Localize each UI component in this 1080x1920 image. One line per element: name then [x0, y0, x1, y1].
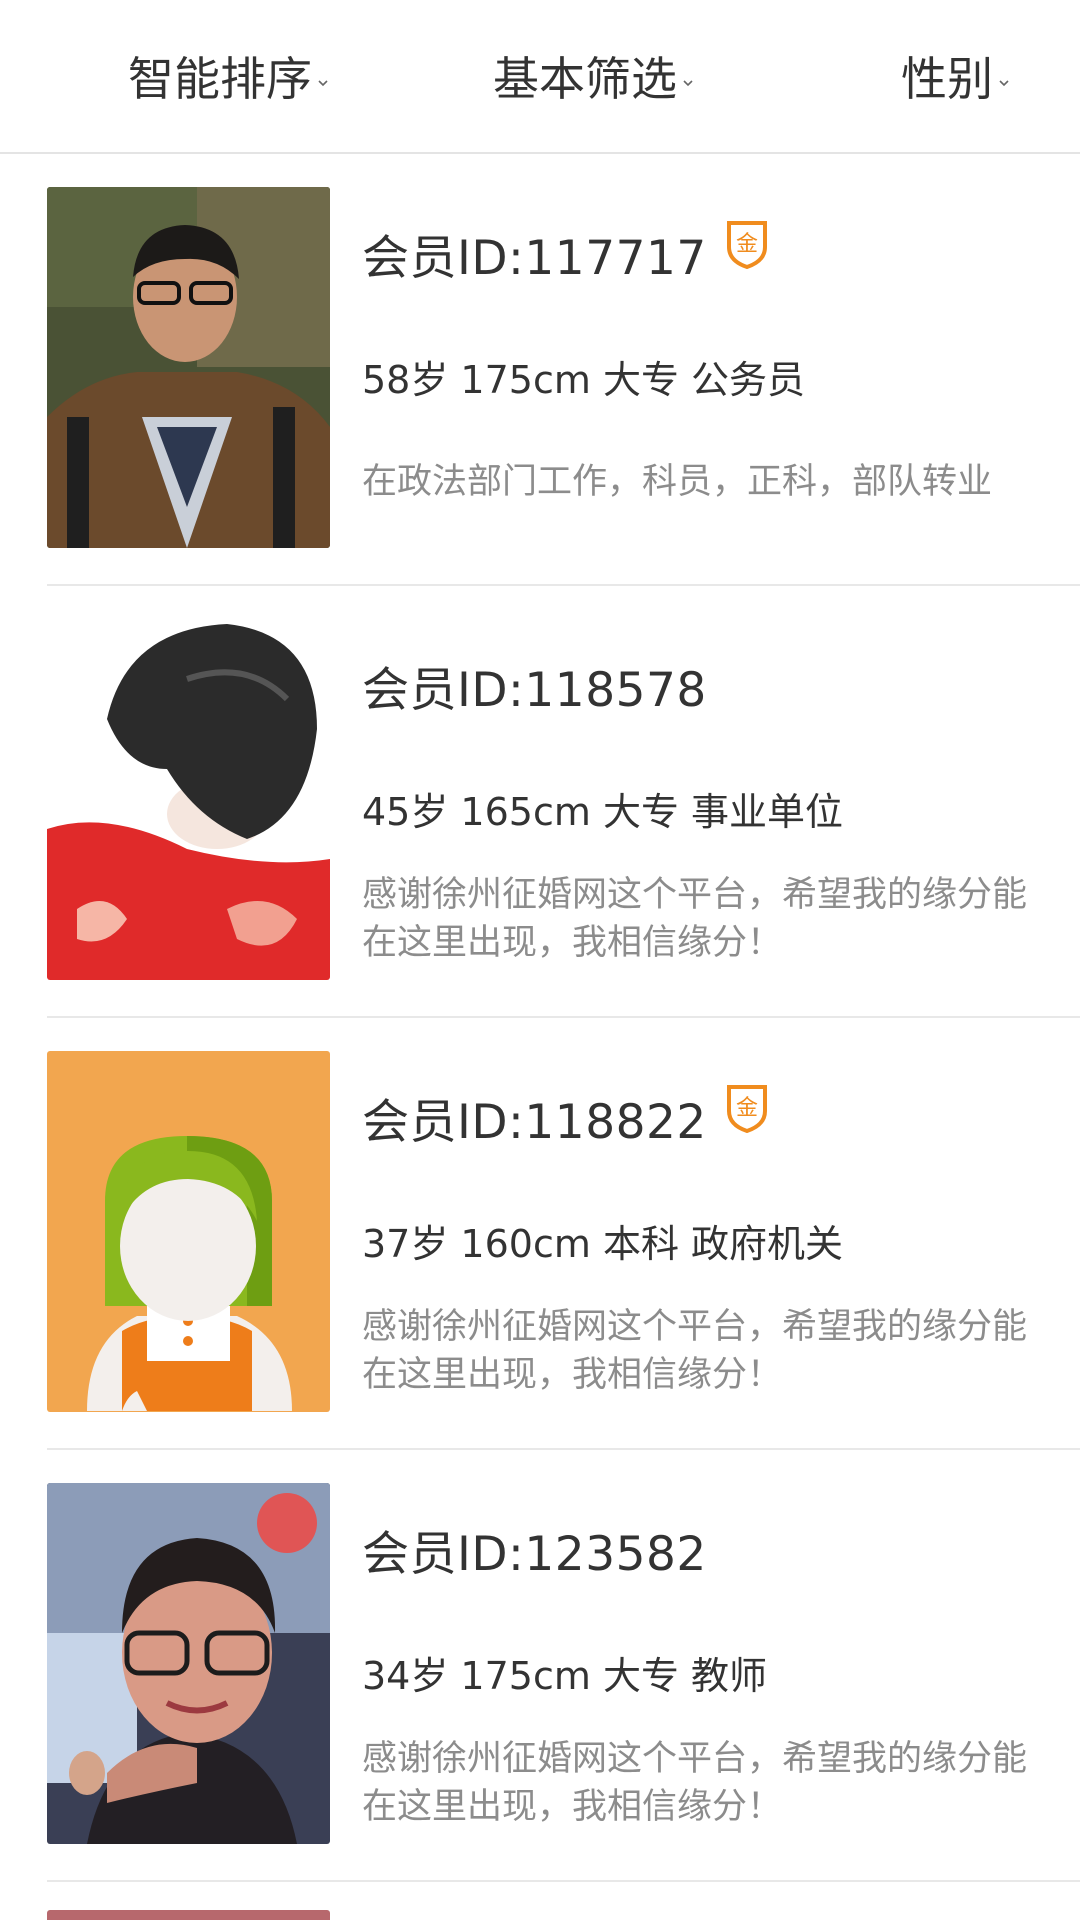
- member-id: 会员ID:118578: [362, 662, 707, 718]
- member-id-row: 会员ID:118578: [362, 650, 707, 720]
- member-id: 会员ID:117717: [362, 230, 707, 286]
- member-list: 会员ID:117717 金 58岁 175cm 大专 公务员 在政法部门工作，科…: [0, 154, 1080, 1882]
- member-list-page: 智能排序 基本筛选 性别 会员ID:117717 金 58岁 175cm 大专 …: [0, 0, 1080, 1920]
- member-intro: 感谢徐州征婚网这个平台，希望我的缘分能在这里出现，我相信缘分！: [362, 1307, 1028, 1395]
- member-intro: 感谢徐州征婚网这个平台，希望我的缘分能在这里出现，我相信缘分！: [362, 1739, 1028, 1827]
- member-card[interactable]: 会员ID:123582 34岁 175cm 大专 教师 感谢徐州征婚网这个平台，…: [0, 1450, 1080, 1882]
- member-id: 会员ID:123582: [362, 1526, 707, 1582]
- member-card[interactable]: 会员ID:117717 金 58岁 175cm 大专 公务员 在政法部门工作，科…: [0, 154, 1080, 586]
- chevron-down-icon: [999, 80, 1009, 87]
- member-basic-info: 45岁 165cm 大专 事业单位: [362, 790, 844, 834]
- next-member-photo-peek[interactable]: [47, 1910, 330, 1920]
- member-photo[interactable]: [47, 1483, 330, 1844]
- member-id: 会员ID:118822: [362, 1094, 707, 1150]
- gold-badge-text: 金: [736, 232, 758, 257]
- filter-tab-gender[interactable]: 性别: [901, 0, 1011, 152]
- member-id-row: 会员ID:123582: [362, 1514, 707, 1584]
- gold-member-badge-icon: 金: [726, 1085, 767, 1133]
- chevron-down-icon: [683, 80, 693, 87]
- filter-tab-smart-sort[interactable]: 智能排序: [128, 0, 330, 152]
- gold-badge-text: 金: [736, 1096, 758, 1121]
- member-photo[interactable]: [47, 187, 330, 548]
- member-basic-info: 58岁 175cm 大专 公务员: [362, 358, 806, 402]
- filter-bar: 智能排序 基本筛选 性别: [0, 0, 1080, 154]
- filter-tab-label: 性别: [901, 52, 993, 106]
- member-intro: 在政法部门工作，科员，正科，部队转业: [362, 462, 993, 502]
- member-basic-info: 34岁 175cm 大专 教师: [362, 1654, 768, 1698]
- divider: [47, 1880, 1080, 1882]
- filter-tab-label: 智能排序: [128, 52, 312, 106]
- member-id-row: 会员ID:117717 金: [362, 218, 769, 288]
- gold-member-badge-icon: 金: [726, 221, 767, 269]
- member-photo[interactable]: [47, 619, 330, 980]
- chevron-down-icon: [318, 80, 328, 87]
- member-photo-default[interactable]: [47, 1051, 330, 1412]
- member-id-row: 会员ID:118822 金: [362, 1082, 769, 1152]
- member-intro: 感谢徐州征婚网这个平台，希望我的缘分能在这里出现，我相信缘分！: [362, 875, 1028, 963]
- member-card[interactable]: 会员ID:118822 金 37岁 160cm 本科 政府机关 感谢徐州征婚网这…: [0, 1018, 1080, 1450]
- member-card[interactable]: 会员ID:118578 45岁 165cm 大专 事业单位 感谢徐州征婚网这个平…: [0, 586, 1080, 1018]
- filter-tab-basic-filter[interactable]: 基本筛选: [493, 0, 695, 152]
- member-basic-info: 37岁 160cm 本科 政府机关: [362, 1222, 844, 1266]
- filter-tab-label: 基本筛选: [493, 52, 677, 106]
